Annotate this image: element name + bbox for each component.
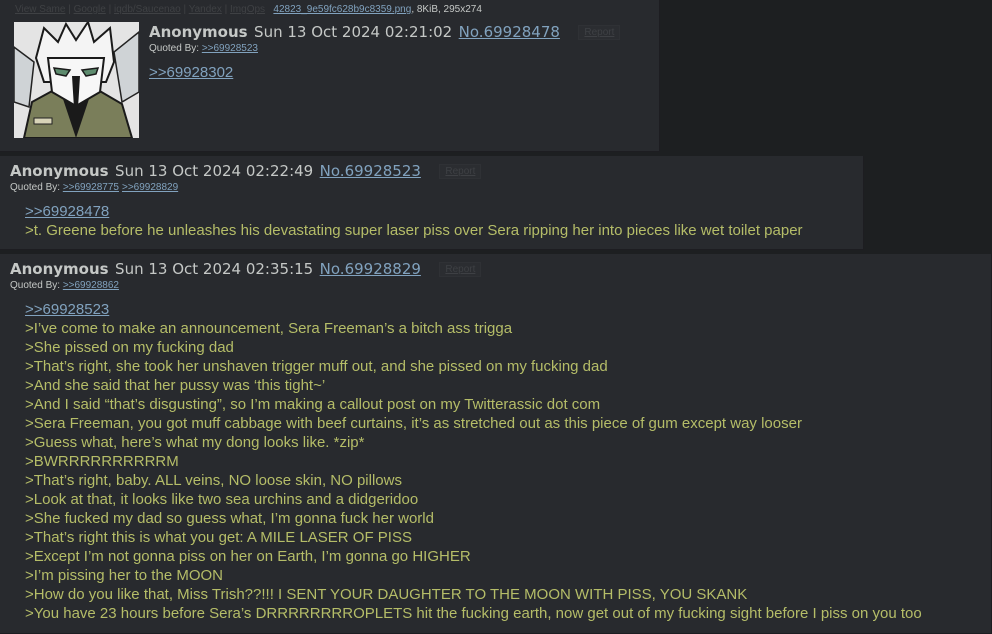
greentext-line: >Sera Freeman, you got muff cabbage with… (25, 415, 802, 432)
poster-name: Anonymous (149, 23, 248, 41)
iqdb-link[interactable]: iqdb/Saucenao (114, 4, 181, 15)
post-date: Sun 13 Oct 2024 02:35:15 (115, 260, 314, 278)
quoted-by-label: Quoted By: (10, 182, 61, 193)
quoted-by: Quoted By: >>69928862 (10, 280, 122, 291)
imgops-link[interactable]: ImgOps (230, 4, 265, 15)
greentext-line: >BWRRRRRRRRRRM (25, 453, 179, 470)
poster-name: Anonymous (10, 260, 109, 278)
post-thumbnail[interactable] (14, 22, 139, 138)
post-header: Anonymous Sun 13 Oct 2024 02:21:02 No.69… (149, 23, 621, 42)
post-number-link[interactable]: No.69928523 (320, 162, 421, 180)
greentext-line: >How do you like that, Miss Trish??!!! I… (25, 586, 748, 603)
post-69928478: View Same | Google | iqdb/Saucenao | Yan… (0, 0, 660, 152)
post-header: Anonymous Sun 13 Oct 2024 02:35:15 No.69… (10, 260, 482, 279)
quoted-by: Quoted By: >>69928775 >>69928829 (10, 182, 181, 193)
post-header: Anonymous Sun 13 Oct 2024 02:22:49 No.69… (10, 162, 482, 181)
poster-name: Anonymous (10, 162, 109, 180)
quote-link[interactable]: >>69928302 (149, 63, 233, 82)
greentext-line: >And she said that her pussy was ‘this t… (25, 377, 326, 394)
greentext-line: >That’s right, baby. ALL veins, NO loose… (25, 472, 402, 489)
post-number-link[interactable]: No.69928829 (320, 260, 421, 278)
greentext-line: >That’s right this is what you get: A MI… (25, 529, 412, 546)
greentext-line: >I’ve come to make an announcement, Sera… (25, 320, 513, 337)
greentext-line: >I’m pissing her to the MOON (25, 567, 223, 584)
greentext-line: >You have 23 hours before Sera’s DRRRRRR… (25, 605, 922, 622)
quote-link[interactable]: >>69928478 (25, 202, 803, 221)
file-name-link[interactable]: 42823_9e59fc628b9c8359.png (273, 4, 411, 15)
report-button[interactable]: Report (439, 164, 482, 180)
report-button[interactable]: Report (578, 25, 621, 41)
view-same-link[interactable]: View Same (15, 4, 65, 15)
quoted-by-label: Quoted By: (10, 280, 61, 291)
post-body: >>69928523 >I’ve come to make an announce… (25, 300, 922, 623)
greentext-line: >Except I’m not gonna piss on her on Ear… (25, 548, 471, 565)
backlink[interactable]: >>69928862 (63, 280, 119, 291)
image-search-links: View Same | Google | iqdb/Saucenao | Yan… (15, 4, 266, 15)
post-date: Sun 13 Oct 2024 02:21:02 (254, 23, 453, 41)
greentext-line: >She pissed on my fucking dad (25, 339, 234, 356)
quote-link[interactable]: >>69928523 (25, 300, 922, 319)
file-meta: , 8KiB, 295x274 (411, 4, 482, 15)
quoted-by: Quoted By: >>69928523 (149, 43, 261, 54)
greentext-line: >Look at that, it looks like two sea urc… (25, 491, 419, 508)
backlink[interactable]: >>69928523 (202, 43, 258, 54)
yandex-link[interactable]: Yandex (189, 4, 222, 15)
post-body: >>69928478 >t. Greene before he unleashes… (25, 202, 803, 240)
file-info: View Same | Google | iqdb/Saucenao | Yan… (15, 4, 482, 15)
quoted-by-label: Quoted By: (149, 43, 200, 54)
greentext-line: >She fucked my dad so guess what, I’m go… (25, 510, 434, 527)
post-date: Sun 13 Oct 2024 02:22:49 (115, 162, 314, 180)
post-body: >>69928302 (149, 63, 233, 82)
greentext-line: >t. Greene before he unleashes his devas… (25, 222, 803, 239)
post-number-link[interactable]: No.69928478 (459, 23, 560, 41)
report-button[interactable]: Report (439, 262, 482, 278)
character-drawing (14, 22, 139, 138)
backlink[interactable]: >>69928829 (122, 182, 178, 193)
greentext-line: >Guess what, here’s what my dong looks l… (25, 434, 365, 451)
greentext-line: >That’s right, she took her unshaven tri… (25, 358, 608, 375)
google-link[interactable]: Google (74, 4, 106, 15)
backlink[interactable]: >>69928775 (63, 182, 119, 193)
greentext-line: >And I said “that’s disgusting”, so I’m … (25, 396, 601, 413)
